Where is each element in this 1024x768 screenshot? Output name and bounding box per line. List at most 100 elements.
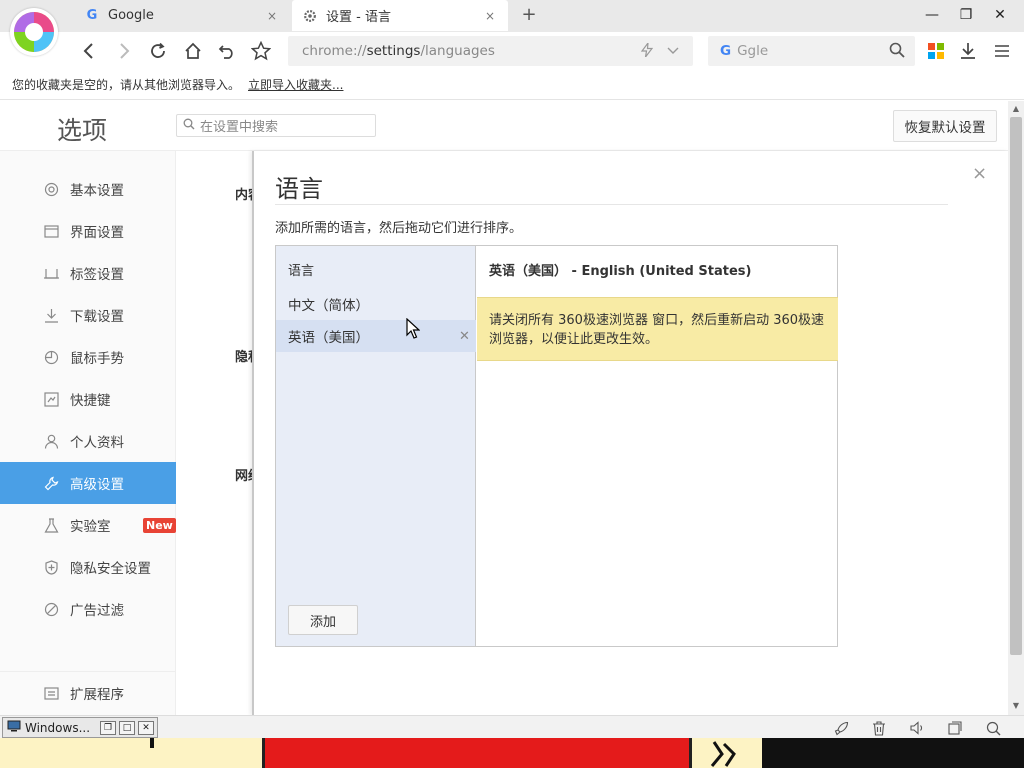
dialog-close-icon[interactable]: × [972, 163, 987, 184]
sidebar-item-label: 广告过滤 [70, 603, 124, 619]
scroll-up-icon[interactable]: ▲ [1008, 102, 1024, 116]
language-item-chinese-simplified[interactable]: 中文（简体） [276, 288, 476, 320]
sidebar-item-label: 界面设置 [70, 225, 124, 241]
settings-content-background: 内容 隐私 网络 [176, 151, 256, 715]
page-title: 选项 [57, 116, 108, 145]
sidebar-item-profile[interactable]: 个人资料 [0, 420, 176, 462]
language-detail-title: 英语（美国） - English (United States) [489, 264, 752, 279]
sidebar-item-privacy[interactable]: 隐私安全设置 [0, 546, 176, 588]
sidebar-item-label: 基本设置 [70, 183, 124, 199]
sidebar-item-adblock[interactable]: 广告过滤 [0, 588, 176, 630]
new-badge: New [143, 518, 176, 533]
home-icon[interactable] [180, 38, 206, 64]
speed-mode-icon[interactable] [640, 40, 654, 61]
sidebar-item-label: 快捷键 [70, 393, 111, 409]
download-icon[interactable] [955, 38, 981, 64]
remove-language-icon[interactable]: ✕ [459, 329, 470, 344]
google-g-icon: G [86, 8, 98, 23]
close-window-button[interactable]: ✕ [988, 4, 1012, 26]
forward-button[interactable] [111, 38, 137, 64]
task-window-controls: ❐ □ ✕ [100, 720, 157, 735]
tab-close-icon[interactable]: × [482, 9, 498, 23]
search-box[interactable]: G Ggle [708, 36, 915, 66]
flask-icon [43, 517, 59, 533]
window-icon [43, 223, 59, 239]
sidebar-item-basic[interactable]: 基本设置 [0, 168, 176, 210]
rocket-icon[interactable] [832, 719, 850, 737]
chevron-down-icon[interactable] [667, 43, 679, 61]
apps-grid-icon[interactable] [923, 38, 949, 64]
sidebar-item-label: 个人资料 [70, 435, 124, 451]
sidebar-item-label: 下载设置 [70, 309, 124, 325]
restore-defaults-button[interactable]: 恢复默认设置 [893, 110, 997, 142]
sidebar-item-shortcuts[interactable]: 快捷键 [0, 378, 176, 420]
tab-label: Google [108, 8, 154, 23]
tab-close-icon[interactable]: × [264, 9, 280, 23]
browser-logo-icon[interactable] [10, 8, 58, 56]
sidebar-item-label: 鼠标手势 [70, 351, 124, 367]
extension-icon [43, 685, 59, 701]
sidebar-item-label: 标签设置 [70, 267, 124, 283]
sidebar-item-advanced[interactable]: 高级设置 [0, 462, 176, 504]
search-icon[interactable] [889, 42, 905, 62]
search-icon [183, 118, 195, 134]
tab-settings-language[interactable]: 设置 - 语言 × [292, 0, 508, 31]
settings-sidebar: 基本设置 界面设置 标签设置 下载设置 鼠标手势 快捷键 个人资料 高级设置 实… [0, 151, 176, 715]
tab-icon [43, 265, 59, 281]
add-language-button[interactable]: 添加 [288, 605, 358, 635]
circle-dot-icon [43, 181, 59, 197]
sidebar-item-download[interactable]: 下载设置 [0, 294, 176, 336]
undo-close-tab-icon[interactable] [214, 38, 240, 64]
url-path: /languages [420, 43, 495, 59]
sidebar-item-label: 实验室 [70, 519, 111, 535]
zoom-icon[interactable] [984, 719, 1002, 737]
new-tab-button[interactable]: + [518, 4, 540, 26]
restore-button[interactable]: ❐ [954, 4, 978, 26]
minimize-button[interactable]: — [920, 4, 944, 26]
menu-icon[interactable] [989, 38, 1015, 64]
task-close-icon[interactable]: ✕ [138, 720, 154, 735]
minimized-window-task[interactable]: Windows... ❐ □ ✕ [2, 717, 158, 738]
scrollbar-thumb[interactable] [1010, 117, 1022, 655]
reload-icon[interactable] [145, 38, 171, 64]
settings-header: 选项 在设置中搜索 恢复默认设置 [0, 101, 1008, 151]
speaker-icon[interactable] [908, 719, 926, 737]
sidebar-item-tabs[interactable]: 标签设置 [0, 252, 176, 294]
dialog-description: 添加所需的语言，然后拖动它们进行排序。 [275, 221, 523, 236]
language-list: 语言 中文（简体） 英语（美国） ✕ 添加 [276, 246, 476, 646]
task-restore-icon[interactable]: ❐ [100, 720, 116, 735]
bookmarks-empty-message: 您的收藏夹是空的，请从其他浏览器导入。 [12, 78, 241, 92]
mouse-icon [43, 349, 59, 365]
sidebar-item-labs[interactable]: 实验室 New [0, 504, 176, 546]
scroll-down-icon[interactable]: ▼ [1008, 699, 1024, 713]
sidebar-item-label: 高级设置 [70, 477, 124, 493]
gear-icon [302, 8, 318, 24]
task-maximize-icon[interactable]: □ [119, 720, 135, 735]
back-button[interactable] [76, 38, 102, 64]
toolbar: chrome://settings/languages G Ggle [0, 32, 1024, 70]
sidebar-item-interface[interactable]: 界面设置 [0, 210, 176, 252]
page-scrollbar[interactable]: ▲ ▼ [1008, 101, 1024, 715]
tab-google[interactable]: G Google × [74, 0, 290, 31]
sidebar-item-mouse-gestures[interactable]: 鼠标手势 [0, 336, 176, 378]
address-bar-actions [640, 40, 679, 61]
language-item-english-us[interactable]: 英语（美国） ✕ [276, 320, 476, 352]
browser-window: G Google × 设置 - 语言 × + — ❐ ✕ chrome:// s… [0, 0, 1024, 768]
language-panel: 语言 中文（简体） 英语（美国） ✕ 添加 英语（美国） - English (… [275, 245, 838, 647]
language-list-header: 语言 [288, 264, 315, 279]
desktop-background [0, 738, 1024, 768]
settings-search-input[interactable]: 在设置中搜索 [176, 114, 376, 137]
desktop-decoration [262, 738, 692, 768]
search-placeholder: Ggle [737, 43, 769, 59]
sidebar-item-extensions[interactable]: 扩展程序 [0, 672, 176, 714]
window-mode-icon[interactable] [946, 719, 964, 737]
task-label: Windows... [25, 720, 91, 735]
computer-icon [7, 720, 21, 735]
trash-icon[interactable] [870, 719, 888, 737]
language-item-label: 英语（美国） [288, 330, 369, 346]
address-bar[interactable]: chrome://settings/languages [288, 36, 693, 66]
block-icon [43, 601, 59, 617]
bookmark-star-icon[interactable] [248, 38, 274, 64]
person-icon [43, 433, 59, 449]
import-bookmarks-link[interactable]: 立即导入收藏夹... [248, 76, 343, 93]
